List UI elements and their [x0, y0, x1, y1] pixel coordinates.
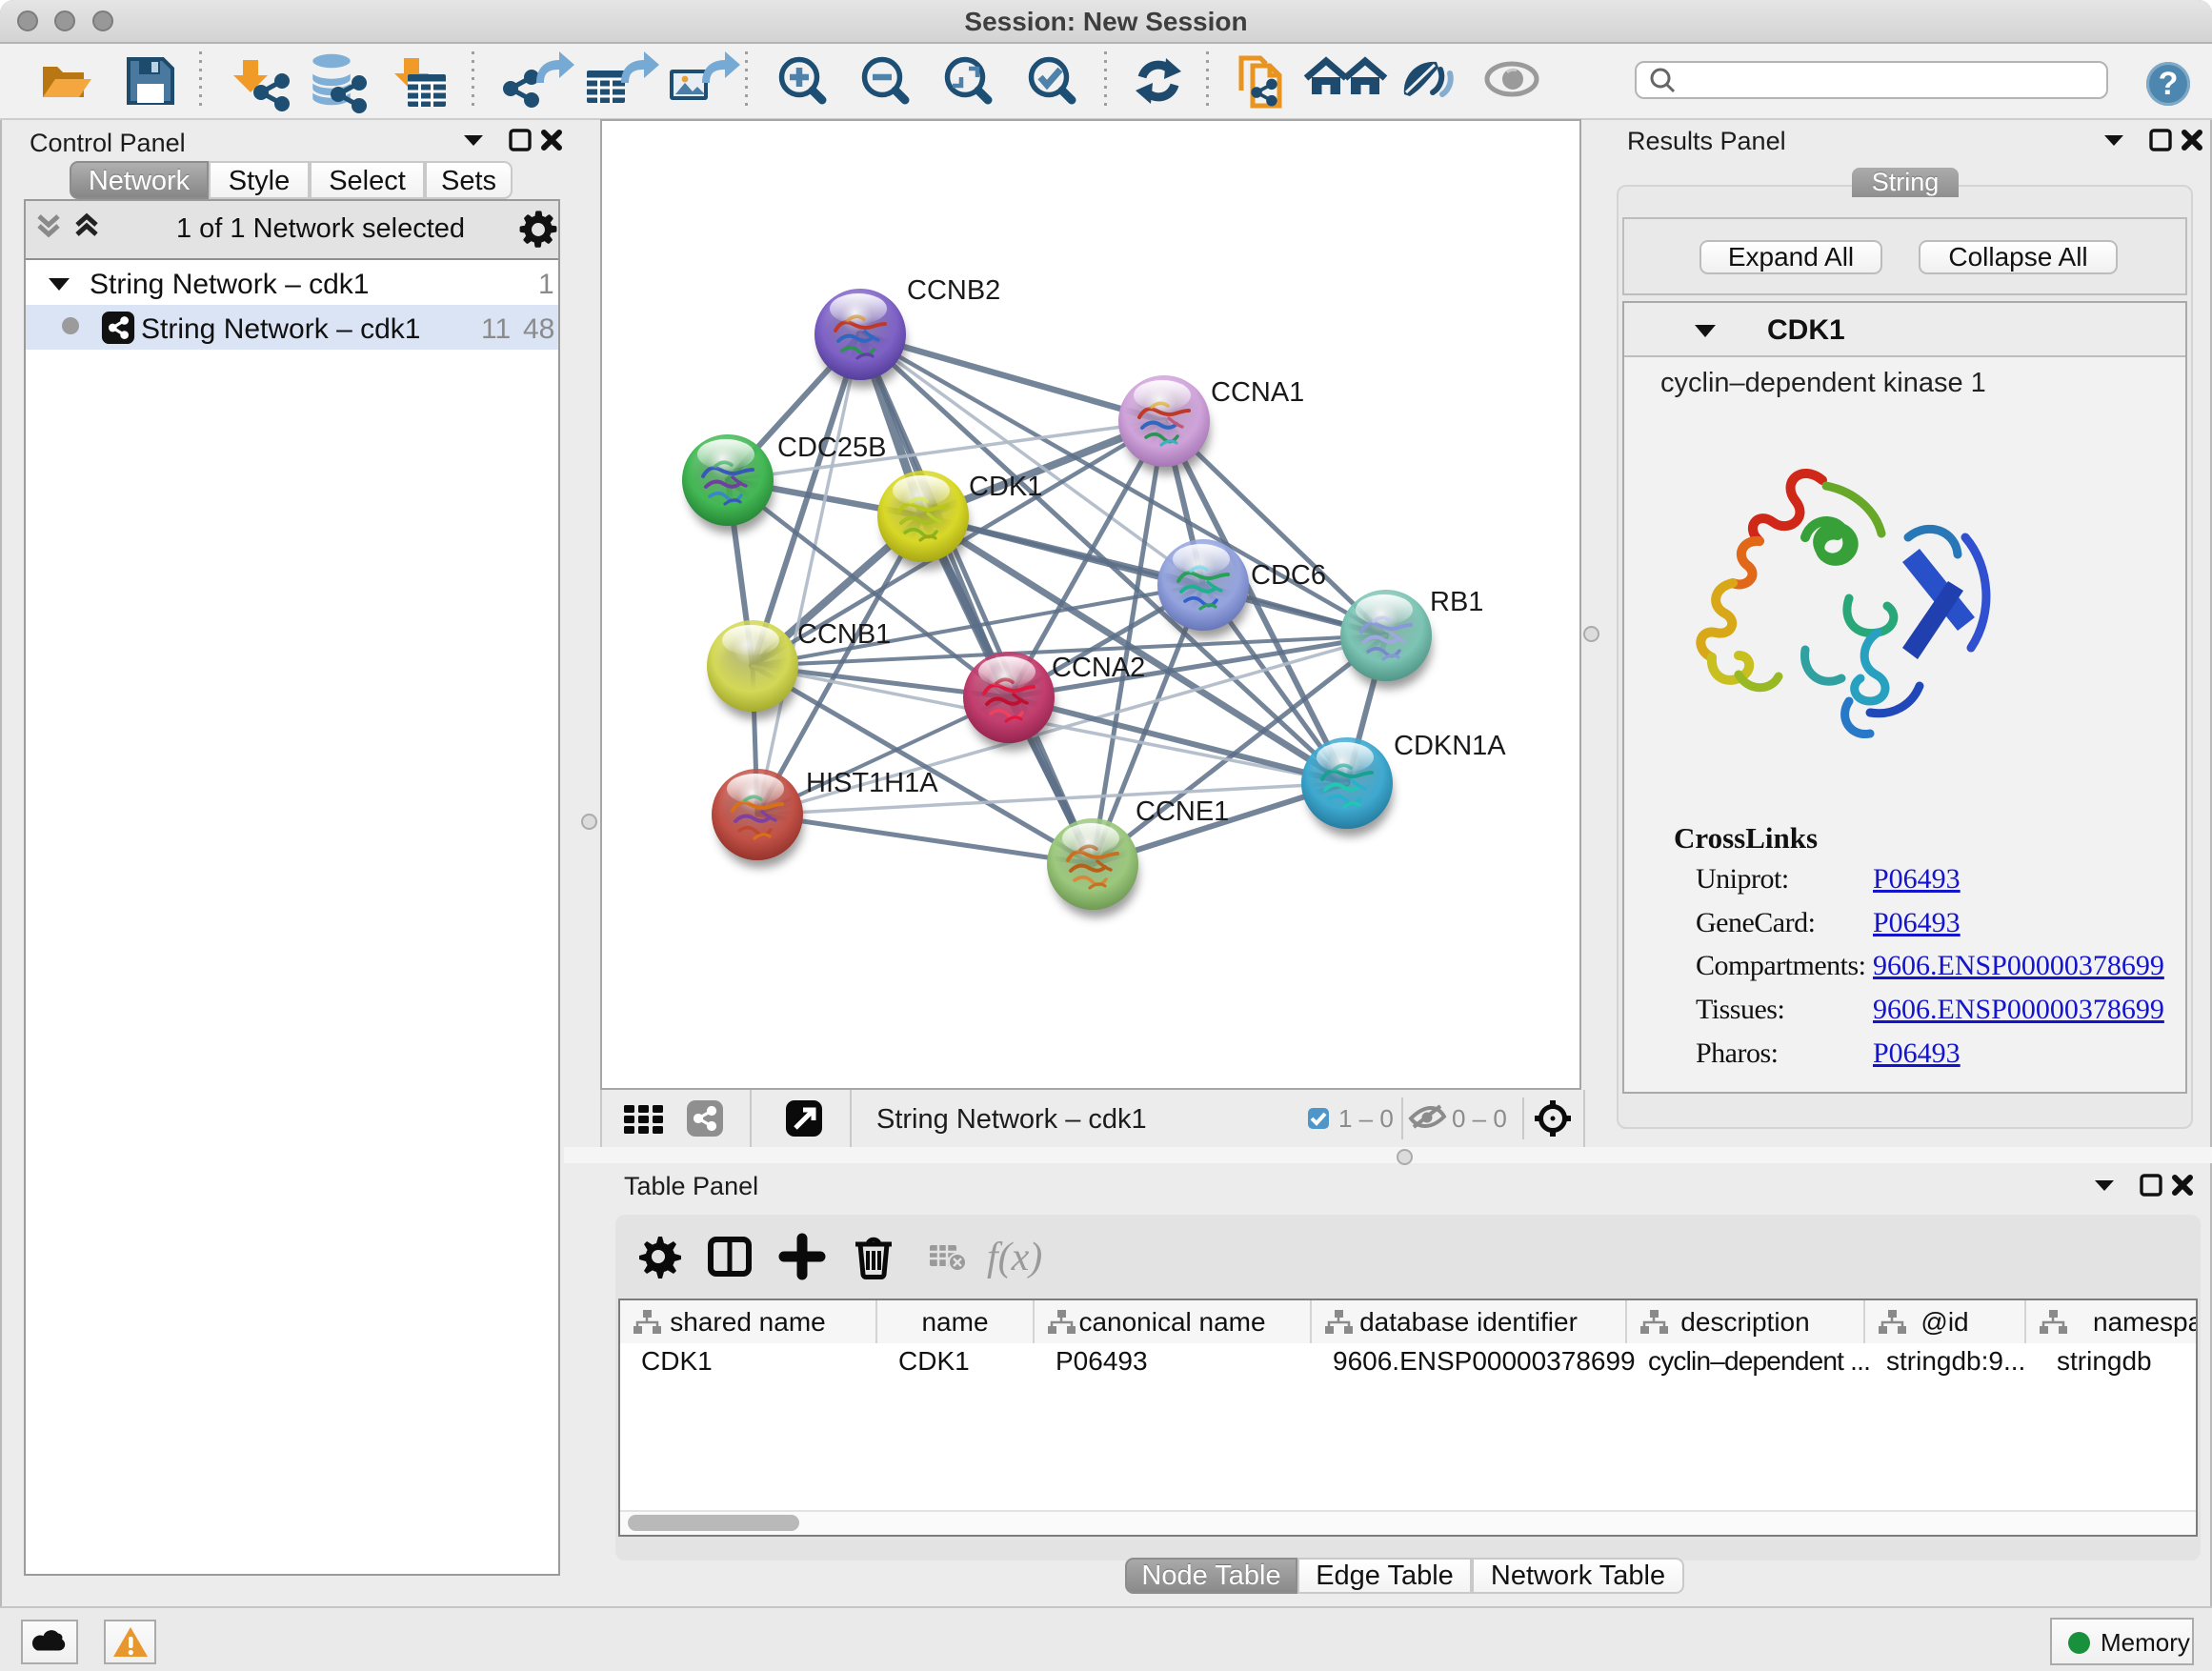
svg-text:HIST1H1A: HIST1H1A [806, 768, 938, 798]
svg-text:CCNB2: CCNB2 [907, 275, 1000, 306]
svg-text:0 – 0: 0 – 0 [1452, 1104, 1507, 1133]
svg-text:CCNE1: CCNE1 [1136, 796, 1229, 827]
svg-text:CDC6: CDC6 [1251, 560, 1326, 591]
svg-text:CDK1: CDK1 [969, 472, 1042, 502]
svg-text:CDC25B: CDC25B [777, 433, 886, 463]
svg-text:CDKN1A: CDKN1A [1394, 731, 1506, 761]
svg-text:String Network – cdk1: String Network – cdk1 [876, 1104, 1147, 1135]
svg-text:CCNA2: CCNA2 [1052, 653, 1145, 683]
svg-text:CCNB1: CCNB1 [797, 619, 891, 650]
svg-text:1 – 0: 1 – 0 [1338, 1104, 1394, 1133]
svg-text:f(x): f(x) [987, 1236, 1042, 1279]
svg-text:RB1: RB1 [1430, 587, 1483, 617]
svg-text:CCNA1: CCNA1 [1211, 377, 1304, 408]
